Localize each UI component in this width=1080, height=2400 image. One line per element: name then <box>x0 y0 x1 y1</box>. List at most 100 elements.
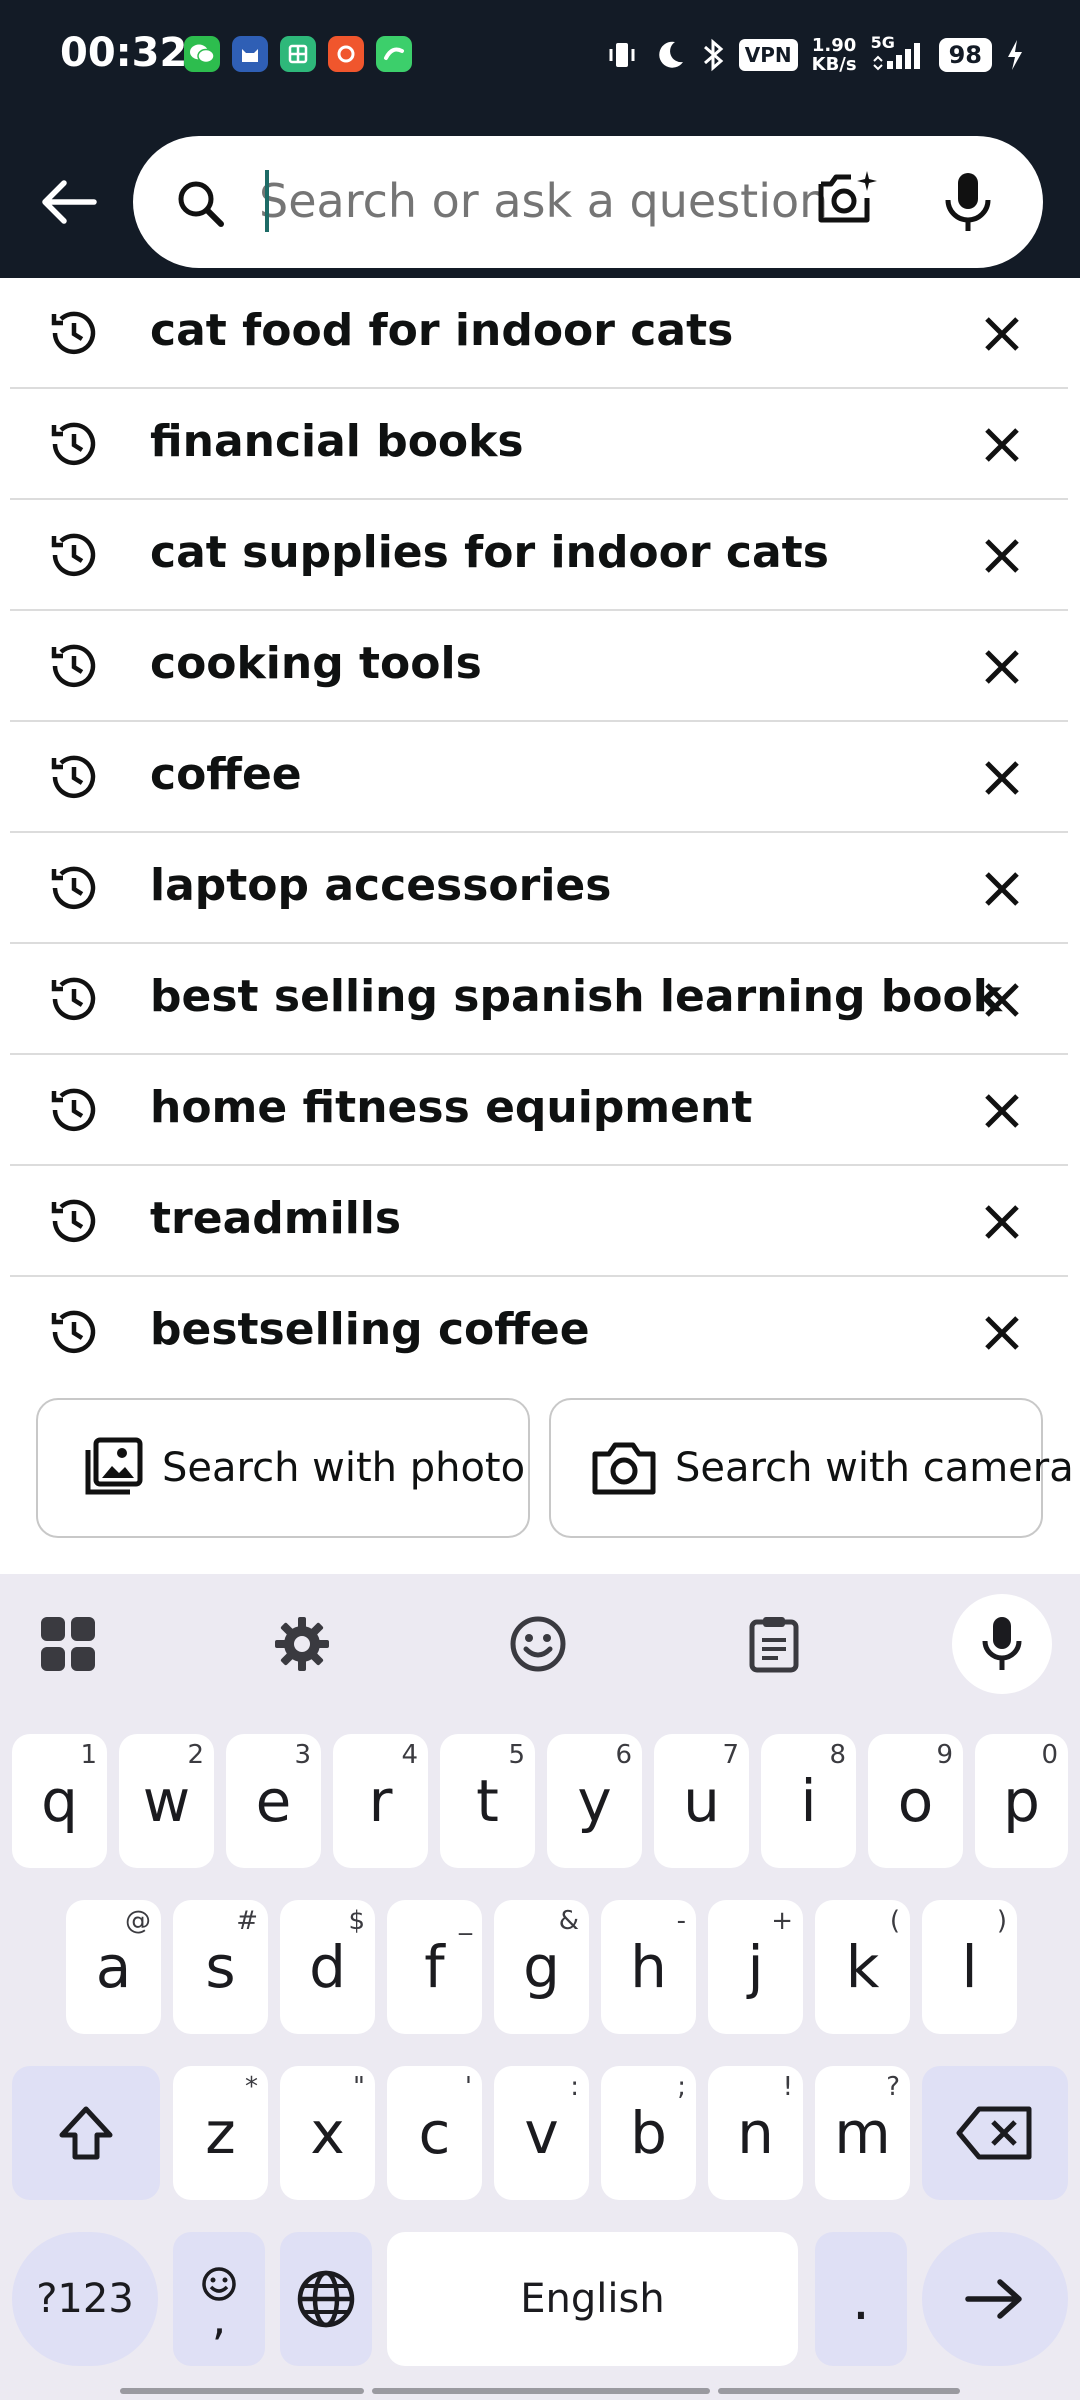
text-cursor <box>265 170 269 232</box>
key-t[interactable]: t5 <box>440 1734 535 1868</box>
key-char: f <box>424 1933 445 2001</box>
remove-history-icon[interactable] <box>968 1077 1036 1145</box>
key-alt-char: 5 <box>508 1740 525 1770</box>
history-item-label: home fitness equipment <box>150 1082 753 1133</box>
key-v[interactable]: v: <box>494 2066 589 2200</box>
key-alt-char: + <box>771 1906 793 1936</box>
record-app-icon <box>328 36 364 72</box>
comma-char: , <box>211 2291 227 2345</box>
language-globe-key[interactable] <box>280 2232 372 2366</box>
keyboard-voice-input-button[interactable] <box>952 1594 1052 1694</box>
space-bar[interactable]: English <box>387 2232 798 2366</box>
globe-icon <box>297 2270 355 2328</box>
remove-history-icon[interactable] <box>968 300 1036 368</box>
key-alt-char: ' <box>464 2072 472 2102</box>
network-speed-unit: KB/s <box>811 54 857 75</box>
remove-history-icon[interactable] <box>968 855 1036 923</box>
key-alt-char: - <box>676 1906 686 1936</box>
search-with-photo-button[interactable]: Search with photo <box>36 1398 530 1538</box>
key-p[interactable]: p0 <box>975 1734 1068 1868</box>
remove-history-icon[interactable] <box>968 522 1036 590</box>
key-alt-char: ? <box>886 2072 900 2102</box>
remove-history-icon[interactable] <box>968 411 1036 479</box>
key-i[interactable]: i8 <box>761 1734 856 1868</box>
remove-history-icon[interactable] <box>968 633 1036 701</box>
history-item[interactable]: cat food for indoor cats <box>10 278 1068 389</box>
emoji-smiley-icon[interactable] <box>508 1614 568 1674</box>
history-clock-icon <box>46 861 100 919</box>
nav-segment <box>372 2388 710 2394</box>
search-bar[interactable] <box>133 136 1043 268</box>
key-s[interactable]: s # <box>173 1900 268 2034</box>
key-n[interactable]: n! <box>708 2066 803 2200</box>
backspace-key[interactable] <box>922 2066 1068 2200</box>
emoji-comma-key[interactable]: , <box>173 2232 265 2366</box>
history-item[interactable]: financial books <box>10 389 1068 500</box>
key-char: l <box>961 1933 978 2001</box>
key-l[interactable]: l) <box>922 1900 1017 2034</box>
key-char: c <box>418 2099 451 2167</box>
key-d[interactable]: d $ <box>280 1900 375 2034</box>
key-k[interactable]: k( <box>815 1900 910 2034</box>
remove-history-icon[interactable] <box>968 744 1036 812</box>
vibrate-icon <box>605 38 639 72</box>
history-clock-icon <box>46 750 100 808</box>
history-item[interactable]: cooking tools <box>10 611 1068 722</box>
clipboard-icon[interactable] <box>744 1614 804 1674</box>
key-e[interactable]: e3 <box>226 1734 321 1868</box>
history-item[interactable]: home fitness equipment <box>10 1055 1068 1166</box>
cat-app-icon <box>232 36 268 72</box>
key-char: u <box>683 1767 720 1835</box>
key-z[interactable]: z * <box>173 2066 268 2200</box>
history-clock-icon <box>46 972 100 1030</box>
history-item[interactable]: treadmills <box>10 1166 1068 1277</box>
key-a[interactable]: a @ <box>66 1900 161 2034</box>
key-alt-char: & <box>558 1906 579 1936</box>
shift-key[interactable] <box>12 2066 160 2200</box>
key-f[interactable]: f _ <box>387 1900 482 2034</box>
period-key[interactable]: . <box>815 2232 907 2366</box>
camera-search-icon[interactable] <box>813 168 879 234</box>
key-q[interactable]: q1 <box>12 1734 107 1868</box>
history-item[interactable]: cat supplies for indoor cats <box>10 500 1068 611</box>
key-alt-char: 0 <box>1041 1740 1058 1770</box>
key-j[interactable]: j + <box>708 1900 803 2034</box>
key-r[interactable]: r4 <box>333 1734 428 1868</box>
key-b[interactable]: b; <box>601 2066 696 2200</box>
key-o[interactable]: o9 <box>868 1734 963 1868</box>
history-item[interactable]: best selling spanish learning book <box>10 944 1068 1055</box>
search-with-camera-button[interactable]: Search with camera <box>549 1398 1074 1538</box>
remove-history-icon[interactable] <box>968 1188 1036 1256</box>
key-alt-char: 8 <box>829 1740 846 1770</box>
key-char: v <box>524 2099 559 2167</box>
key-x[interactable]: x " <box>280 2066 375 2200</box>
key-m[interactable]: m? <box>815 2066 910 2200</box>
apps-grid-icon[interactable] <box>38 1614 98 1674</box>
symbols-key[interactable]: ?123 <box>12 2232 158 2366</box>
keyboard-settings-gear-icon[interactable] <box>272 1614 332 1674</box>
key-u[interactable]: u7 <box>654 1734 749 1868</box>
history-clock-icon <box>46 306 100 364</box>
key-char: g <box>523 1933 560 2001</box>
backspace-icon <box>956 2106 1032 2160</box>
enter-go-key[interactable] <box>922 2232 1068 2366</box>
key-char: j <box>747 1933 764 2001</box>
key-char: p <box>1003 1767 1040 1835</box>
history-item-label: treadmills <box>150 1193 402 1244</box>
key-alt-char: " <box>353 2072 365 2102</box>
history-item[interactable]: laptop accessories <box>10 833 1068 944</box>
history-item[interactable]: coffee <box>10 722 1068 833</box>
voice-search-icon[interactable] <box>941 170 995 238</box>
key-h[interactable]: h- <box>601 1900 696 2034</box>
nav-segment <box>718 2388 960 2394</box>
key-w[interactable]: w2 <box>119 1734 214 1868</box>
remove-history-icon[interactable] <box>968 966 1036 1034</box>
back-button[interactable] <box>34 168 102 236</box>
key-c[interactable]: c ' <box>387 2066 482 2200</box>
key-char: e <box>255 1767 292 1835</box>
signal-icon: 5G <box>871 33 925 73</box>
key-g[interactable]: g & <box>494 1900 589 2034</box>
history-item[interactable]: bestselling coffee <box>10 1277 1068 1386</box>
remove-history-icon[interactable] <box>968 1299 1036 1367</box>
key-y[interactable]: y6 <box>547 1734 642 1868</box>
